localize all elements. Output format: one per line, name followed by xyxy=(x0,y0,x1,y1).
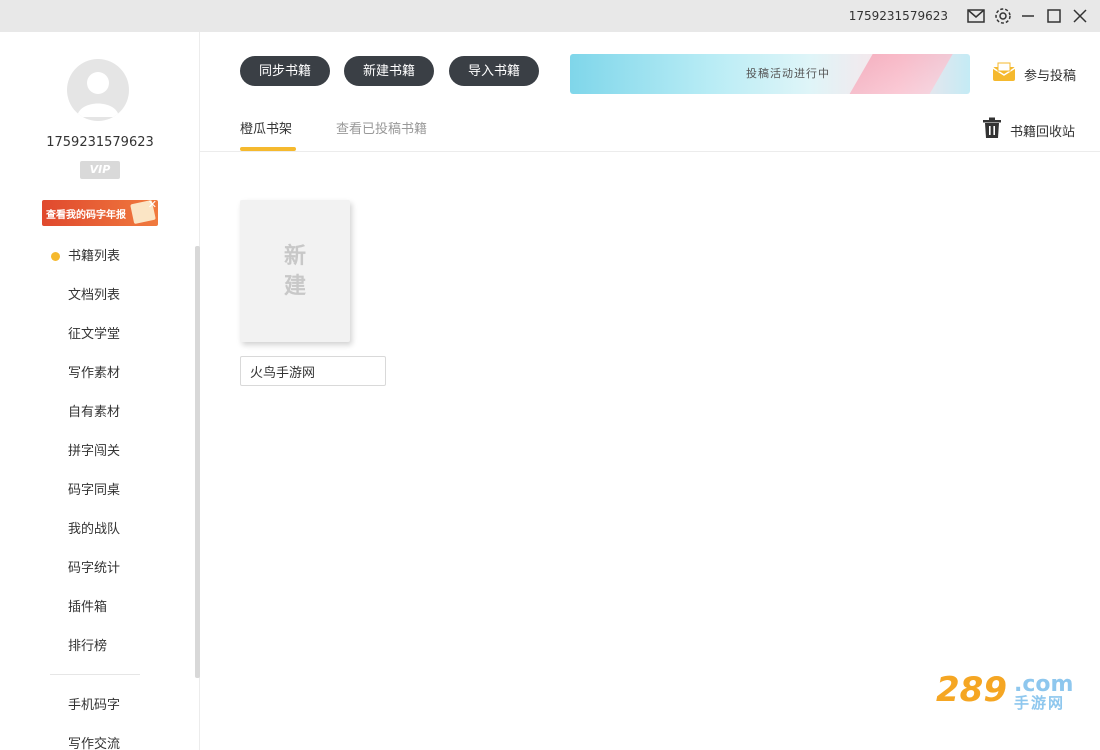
annual-report-banner[interactable]: 查看我的码字年报 ✕ xyxy=(42,200,158,226)
sidebar-item-writing-material[interactable]: 写作素材 xyxy=(0,354,200,393)
sidebar-item-label: 书籍列表 xyxy=(68,249,121,264)
recycle-bin-label: 书籍回收站 xyxy=(1010,124,1076,140)
watermark-sub: 手游网 xyxy=(1014,694,1066,712)
new-book-card-text: 新 建 xyxy=(240,242,350,302)
sidebar-item-label: 写作交流 xyxy=(68,737,121,750)
sidebar-item-label: 插件箱 xyxy=(68,600,108,615)
envelope-icon xyxy=(992,62,1016,86)
header-divider xyxy=(200,151,1100,152)
sidebar-item-contest-school[interactable]: 征文学堂 xyxy=(0,315,200,354)
title-user-id: 1759231579623 xyxy=(848,9,948,23)
menu-divider xyxy=(50,674,140,675)
sidebar-item-my-team[interactable]: 我的战队 xyxy=(0,510,200,549)
sidebar-item-book-list[interactable]: 书籍列表 xyxy=(0,237,200,276)
sidebar-menu: 书籍列表 文档列表 征文学堂 写作素材 自有素材 拼字闯关 码字同桌 我的战队 … xyxy=(0,237,200,666)
sidebar-item-label: 排行榜 xyxy=(68,639,108,654)
sidebar-item-label: 拼字闯关 xyxy=(68,444,121,459)
sidebar-scrollbar[interactable] xyxy=(195,246,200,678)
promo-banner[interactable]: 投稿活动进行中 xyxy=(570,54,970,94)
sidebar-item-typing-stats[interactable]: 码字统计 xyxy=(0,549,200,588)
sidebar-item-plugins[interactable]: 插件箱 xyxy=(0,588,200,627)
close-icon[interactable]: ✕ xyxy=(148,200,157,211)
sidebar-item-doc-list[interactable]: 文档列表 xyxy=(0,276,200,315)
trash-icon xyxy=(982,117,1002,143)
ribbon-decoration xyxy=(843,54,957,94)
sidebar-menu-secondary: 手机码字 写作交流 xyxy=(0,686,200,750)
submit-manuscript-link[interactable]: 参与投稿 xyxy=(992,62,1076,86)
book-name-input[interactable] xyxy=(240,356,386,386)
sidebar: 1759231579623 VIP 查看我的码字年报 ✕ 书籍列表 文档列表 征… xyxy=(0,32,200,750)
sidebar-item-mobile-typing[interactable]: 手机码字 xyxy=(0,686,200,725)
mail-icon[interactable] xyxy=(966,6,986,26)
sidebar-item-label: 手机码字 xyxy=(68,698,121,713)
site-watermark: 289 .com 手游网 xyxy=(936,670,1078,716)
sidebar-item-label: 征文学堂 xyxy=(68,327,121,342)
import-book-button[interactable]: 导入书籍 xyxy=(449,56,539,86)
new-book-card-line: 新 xyxy=(283,244,306,269)
title-bar: 1759231579623 xyxy=(0,0,1100,32)
submit-manuscript-label: 参与投稿 xyxy=(1024,68,1077,84)
tab-bookshelf[interactable]: 橙瓜书架 xyxy=(240,118,292,137)
watermark-number: 289 xyxy=(936,670,1007,710)
sidebar-item-label: 写作素材 xyxy=(68,366,121,381)
active-dot xyxy=(51,252,60,261)
user-name: 1759231579623 xyxy=(46,135,154,150)
vip-badge: VIP xyxy=(80,161,120,179)
tab-submitted-books[interactable]: 查看已投稿书籍 xyxy=(336,118,427,137)
sidebar-item-writing-exchange[interactable]: 写作交流 xyxy=(0,725,200,750)
sidebar-item-leaderboard[interactable]: 排行榜 xyxy=(0,627,200,666)
sidebar-item-label: 码字统计 xyxy=(68,561,121,576)
minimize-icon[interactable] xyxy=(1018,6,1038,26)
maximize-icon[interactable] xyxy=(1044,6,1064,26)
new-book-button[interactable]: 新建书籍 xyxy=(344,56,434,86)
new-book-card-line: 建 xyxy=(283,274,306,299)
book-recycle-bin-link[interactable]: 书籍回收站 xyxy=(982,117,1075,143)
sidebar-item-label: 文档列表 xyxy=(68,288,121,303)
sidebar-item-typing-challenge[interactable]: 拼字闯关 xyxy=(0,432,200,471)
sidebar-item-label: 自有素材 xyxy=(68,405,121,420)
gear-icon[interactable] xyxy=(993,6,1013,26)
sidebar-item-label: 我的战队 xyxy=(68,522,121,537)
close-icon[interactable] xyxy=(1070,6,1090,26)
annual-report-text: 查看我的码字年报 xyxy=(46,210,126,221)
new-book-card[interactable]: 新 建 xyxy=(240,200,350,342)
sidebar-item-own-material[interactable]: 自有素材 xyxy=(0,393,200,432)
avatar[interactable] xyxy=(67,59,129,121)
sync-books-button[interactable]: 同步书籍 xyxy=(240,56,330,86)
sidebar-item-typing-deskmate[interactable]: 码字同桌 xyxy=(0,471,200,510)
promo-banner-text: 投稿活动进行中 xyxy=(746,67,830,80)
sidebar-item-label: 码字同桌 xyxy=(68,483,121,498)
